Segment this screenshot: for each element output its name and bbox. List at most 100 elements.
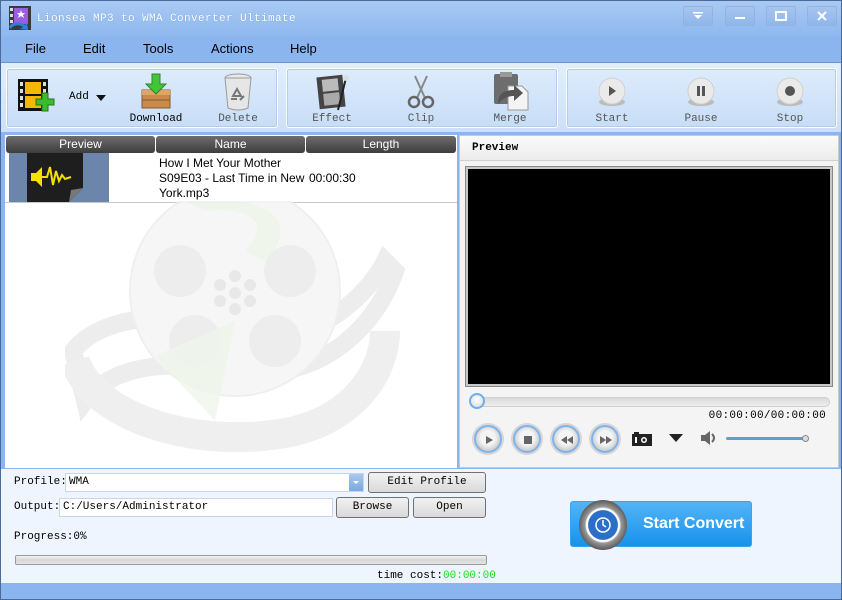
add-label: Add	[69, 91, 89, 103]
toolbar-group-file: Add Download Delete	[6, 68, 278, 128]
convert-clock-icon	[579, 500, 627, 550]
stop-button[interactable]: Stop	[755, 69, 825, 129]
file-list-panel: Preview Name Length How I Met Your Mothe…	[5, 135, 457, 468]
start-convert-label: Start Convert	[643, 515, 745, 532]
app-logo-icon	[9, 6, 31, 30]
download-button[interactable]: Download	[121, 69, 191, 129]
minimize-button[interactable]	[725, 6, 755, 26]
stop-label: Stop	[776, 113, 804, 125]
toolbar: Add Download Delete Effect Clip Merge St…	[1, 62, 841, 132]
fast-forward-button[interactable]	[591, 425, 619, 453]
merge-label: Merge	[493, 113, 527, 125]
menu-bar: File Edit Tools Actions Help	[1, 37, 841, 61]
menu-edit[interactable]: Edit	[83, 41, 105, 56]
download-box-icon	[141, 73, 171, 109]
output-label: Output:	[14, 501, 61, 513]
start-convert-button[interactable]: Start Convert	[570, 500, 752, 550]
app-window: Lionsea MP3 to WMA Converter Ultimate Fi…	[0, 0, 842, 600]
time-cost-label: time cost:	[377, 570, 444, 582]
output-settings-area: Profile: WMA Edit Profile Output: C:/Use…	[1, 469, 841, 583]
watermark-film-reel-icon	[65, 201, 406, 453]
maximize-button[interactable]	[766, 6, 796, 26]
audio-file-icon	[27, 153, 83, 202]
fast-forward-icon	[600, 436, 612, 444]
rewind-icon	[561, 436, 573, 444]
merge-button[interactable]: Merge	[475, 69, 545, 129]
video-preview-screen	[465, 166, 833, 387]
window-title: Lionsea MP3 to WMA Converter Ultimate	[37, 13, 297, 25]
time-cost: time cost:00:00:00	[377, 570, 496, 582]
effect-label: Effect	[312, 113, 352, 125]
volume-icon[interactable]	[700, 431, 718, 445]
preview-panel-header: Preview	[460, 136, 838, 161]
start-button[interactable]: Start	[577, 69, 647, 129]
snapshot-dropdown-icon[interactable]	[669, 434, 683, 442]
preview-panel: Preview 00:00:00/00:00:00	[459, 135, 839, 468]
profile-dropdown-arrow[interactable]	[349, 474, 363, 491]
progress-bar	[15, 555, 487, 565]
stop-icon	[776, 77, 804, 106]
pause-button[interactable]: Pause	[666, 69, 736, 129]
seek-slider-handle[interactable]	[469, 393, 485, 409]
preview-stop-button[interactable]	[513, 425, 541, 453]
clip-button[interactable]: Clip	[386, 69, 456, 129]
toolbar-group-playback: Start Pause Stop	[566, 68, 837, 128]
time-cost-value: 00:00:00	[443, 570, 496, 582]
volume-slider-handle[interactable]	[802, 435, 809, 442]
clip-label: Clip	[407, 113, 435, 125]
delete-button[interactable]: Delete	[203, 69, 273, 129]
edit-profile-button[interactable]: Edit Profile	[368, 472, 486, 493]
close-icon	[817, 11, 827, 21]
file-list-row[interactable]: How I Met Your Mother S09E03 - Last Time…	[5, 153, 457, 203]
menu-actions[interactable]: Actions	[211, 41, 254, 56]
start-label: Start	[595, 113, 629, 125]
volume-slider[interactable]	[726, 437, 806, 440]
profile-value: WMA	[69, 476, 89, 488]
progress-label: Progress:0%	[14, 531, 87, 543]
status-bar	[1, 583, 841, 599]
menu-help[interactable]: Help	[290, 41, 317, 56]
maximize-icon	[775, 11, 787, 21]
output-path-field[interactable]: C:/Users/Administrator	[59, 498, 333, 517]
seek-slider[interactable]	[472, 397, 830, 407]
download-label: Download	[129, 113, 183, 125]
add-video-icon	[18, 79, 55, 112]
pause-icon	[687, 77, 715, 106]
rewind-button[interactable]	[552, 425, 580, 453]
snapshot-camera-icon[interactable]	[632, 432, 652, 446]
menu-file[interactable]: File	[25, 41, 46, 56]
toolbar-group-edit: Effect Clip Merge	[286, 68, 558, 128]
pause-label: Pause	[684, 113, 718, 125]
merge-icon	[494, 72, 529, 111]
add-dropdown-icon[interactable]	[96, 95, 106, 101]
play-icon	[598, 77, 626, 106]
dropdown-icon	[693, 12, 703, 19]
browse-button[interactable]: Browse	[336, 497, 409, 518]
file-name: How I Met Your Mother S09E03 - Last Time…	[159, 156, 305, 200]
column-header-name[interactable]: Name	[156, 136, 305, 153]
column-header-length[interactable]: Length	[306, 136, 456, 153]
scissors-icon	[407, 75, 435, 109]
effect-film-icon	[316, 74, 349, 111]
delete-label: Delete	[218, 113, 258, 125]
playback-time: 00:00:00/00:00:00	[708, 410, 826, 422]
file-thumbnail	[9, 153, 109, 202]
profile-select[interactable]: WMA	[65, 473, 364, 492]
column-header-preview[interactable]: Preview	[6, 136, 155, 153]
play-icon	[486, 436, 493, 444]
effect-button[interactable]: Effect	[297, 69, 367, 129]
close-button[interactable]	[807, 6, 837, 26]
skin-menu-button[interactable]	[683, 6, 713, 26]
preview-title: Preview	[472, 142, 519, 154]
minimize-icon	[735, 17, 745, 19]
stop-icon	[524, 436, 532, 444]
progress-label-text: Progress:	[14, 531, 74, 543]
trash-icon	[224, 73, 252, 111]
preview-play-button[interactable]	[474, 425, 502, 453]
title-bar: Lionsea MP3 to WMA Converter Ultimate	[1, 1, 841, 37]
progress-percent: 0%	[73, 531, 87, 543]
add-button[interactable]: Add	[7, 69, 112, 129]
open-folder-button[interactable]: Open	[413, 497, 486, 518]
file-length: 00:00:30	[309, 171, 356, 185]
menu-tools[interactable]: Tools	[143, 41, 173, 56]
